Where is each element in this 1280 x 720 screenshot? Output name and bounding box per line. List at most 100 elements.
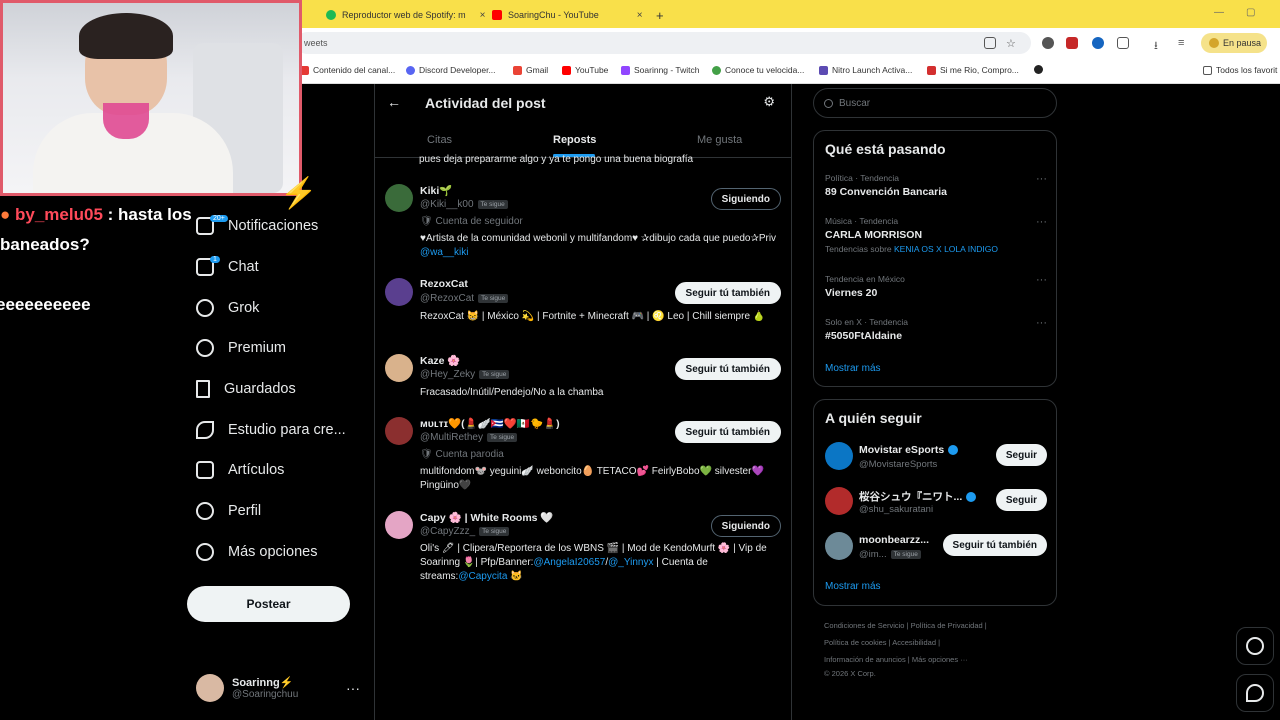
show-more-link[interactable]: Mostrar más [825,581,881,592]
nav-chat[interactable]: 1 Chat [196,255,259,279]
footer-line[interactable]: Política de cookies | Accesibilidad | [824,634,1044,651]
follow-back-button[interactable]: Seguir tú también [674,421,781,443]
grok-floating-button[interactable] [1236,627,1274,665]
pause-button[interactable]: En pausa [1201,33,1267,53]
bookmark-item[interactable]: Nitro Launch Activa... [819,65,912,75]
trend-item[interactable]: Música · Tendencia CARLA MORRISON Tenden… [825,216,1047,254]
follow-back-button[interactable]: Seguir tú también [674,282,781,304]
nav-profile[interactable]: Perfil [196,499,261,523]
bookmark-item[interactable]: Conoce tu velocida... [712,65,804,75]
browser-tab-spotify[interactable]: Reproductor web de Spotify: m × [318,4,493,26]
follow-button[interactable]: Seguir [995,444,1047,466]
maximize-icon[interactable]: ▢ [1246,7,1255,18]
post-button[interactable]: Postear [187,586,350,622]
minimize-icon[interactable]: — [1214,7,1224,18]
bookmark-item[interactable]: Gmail [513,65,548,75]
user-handle: @MovistareSports [859,459,938,470]
youtube-icon [927,65,936,75]
suggested-user[interactable]: moonbearzz... @im... Te sigue Seguir tú t… [825,532,1047,562]
more-icon[interactable]: ··· [1036,317,1047,329]
stream-chat-overlay: ● by_melu05 : hasta los baneados? eeeeee… [0,200,192,320]
spotify-icon [326,10,336,20]
list-item[interactable]: ᴍᴜʟᴛɪ🧡(💄🪽🇨🇺❤️🇲🇽🐤💄) @MultiRethey Te sigue … [385,417,781,493]
follow-button[interactable]: Seguir [995,489,1047,511]
trend-extra-link[interactable]: KENIA OS X LOLA INDIGO [894,244,998,254]
browser-tab-youtube[interactable]: SoaringChu - YouTube × [484,4,651,26]
extension-icon[interactable] [1092,37,1104,49]
footer-line[interactable]: Información de anuncios | Más opciones ·… [824,651,1044,668]
nav-bookmarks[interactable]: Guardados [196,377,296,401]
verified-icon [966,491,977,502]
nav-premium[interactable]: Premium [196,336,286,360]
bookmark-label: Soarinng - Twitch [634,65,700,75]
trend-title: #5050FtAldaine [825,330,903,342]
extension-icon[interactable] [1042,37,1054,49]
more-icon[interactable]: ··· [346,680,360,696]
bookmark-item[interactable] [1034,65,1047,74]
nav-label: Chat [228,259,259,275]
filter-icon[interactable]: ⚙ [763,94,775,110]
tab-quotes[interactable]: Citas [427,134,452,146]
download-icon[interactable]: ⭳ [1154,37,1166,52]
search-placeholder: Buscar [839,97,871,109]
address-bar[interactable]: weets [296,32,1031,54]
list-item[interactable]: Kaze 🌸 @Hey_Zeky Te sigue Fracasado/Inúti… [385,354,781,402]
trend-item[interactable]: Solo en X · Tendencia #5050FtAldaine ··· [825,317,1047,342]
new-tab-button[interactable]: + [648,4,672,26]
trend-extra: Tendencias sobre KENIA OS X LOLA INDIGO [825,244,1047,254]
nav-notifications[interactable]: 20+ Notificaciones [196,214,318,238]
avatar [825,442,853,470]
bookmark-label: Nitro Launch Activa... [832,65,913,75]
account-switcher[interactable]: Soarinng⚡ @Soaringchuu ··· [196,674,360,702]
avatar [385,417,413,445]
list-item[interactable]: Capy 🌸 | White Rooms 🤍 @CapyZzz_ Te sigue… [385,511,781,601]
bookmark-item[interactable]: YouTube [562,65,608,75]
list-item[interactable]: RezoxCat @RezoxCat Te sigue RezoxCat 😸 | … [385,278,781,338]
nav-grok[interactable]: Grok [196,296,259,320]
more-icon[interactable]: ··· [1036,173,1047,185]
footer-line[interactable]: Condiciones de Servicio | Política de Pr… [824,617,1044,634]
puzzle-icon[interactable] [1117,37,1129,49]
following-button[interactable]: Siguiendo [710,188,781,210]
suggested-user[interactable]: 桜谷シュウ『ニワト... @shu_sakuratani Seguir [825,487,1047,517]
star-icon[interactable]: ☆ [1006,37,1018,50]
trend-item[interactable]: Política · Tendencia 89 Convención Banca… [825,173,1047,198]
following-button[interactable]: Siguiendo [710,515,781,537]
trend-item[interactable]: Tendencia en México Viernes 20 ··· [825,274,1047,299]
bio-link[interactable]: @wa__kiki [420,247,469,258]
chat-text: : hasta los [102,205,192,224]
bio-link[interactable]: @AngelaI20657 [533,557,605,568]
pause-label: En pausa [1223,38,1262,48]
tab-reposts[interactable]: Reposts [553,134,596,146]
bookmark-item[interactable]: Soarinng - Twitch [621,65,700,75]
nav-articles[interactable]: Artículos [196,458,284,482]
list-item[interactable]: Kiki🌱 @Kiki__k00 Te sigue 🛡 Cuenta de seg… [385,184,781,264]
account-handle: @Soaringchuu [232,689,299,700]
install-icon[interactable] [984,37,996,49]
more-icon[interactable]: ··· [1036,274,1047,286]
bookmark-item[interactable]: Discord Developer... [406,65,496,75]
article-icon [196,461,214,479]
person-icon [196,502,214,520]
show-more-link[interactable]: Mostrar más [825,363,881,374]
menu-icon[interactable]: ≡ [1178,37,1190,49]
back-arrow-icon[interactable]: ← [387,94,401,110]
follow-back-button[interactable]: Seguir tú también [942,534,1047,556]
nav-more[interactable]: Más opciones [196,540,317,564]
bio-link[interactable]: @Capycita [458,571,507,582]
follow-back-button[interactable]: Seguir tú también [674,358,781,380]
bookmark-item[interactable]: Contenido del canal... [300,65,395,75]
search-input[interactable]: Buscar [813,88,1057,118]
close-icon[interactable]: × [637,10,643,21]
messages-floating-button[interactable] [1236,674,1274,712]
suggested-user[interactable]: Movistar eSports @MovistareSports Seguir [825,442,1047,472]
more-icon[interactable]: ··· [1036,216,1047,228]
bookmark-item[interactable]: Si me Rio, Compro... [927,65,1019,75]
tab-likes[interactable]: Me gusta [697,134,742,146]
footer-links: Condiciones de Servicio | Política de Pr… [824,617,1044,680]
nav-creator-studio[interactable]: Estudio para cre... [196,418,346,442]
all-bookmarks[interactable]: Todos los favorit [1203,65,1277,75]
user-name: Movistar eSports [859,444,959,456]
extension-icon[interactable] [1066,37,1078,49]
bio-link[interactable]: @_Yinnyx [608,557,653,568]
